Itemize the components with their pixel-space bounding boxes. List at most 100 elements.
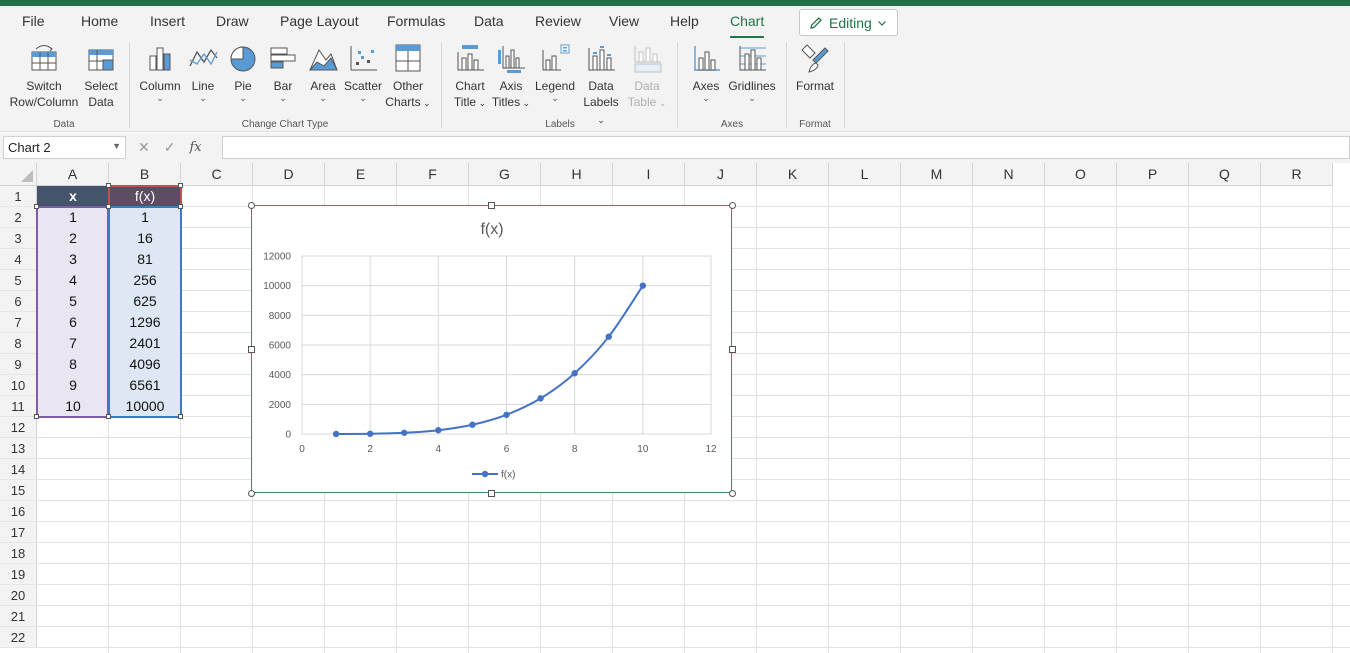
column-header-n[interactable]: N	[973, 163, 1045, 186]
chart-resize-handle[interactable]	[728, 489, 736, 497]
tab-review[interactable]: Review	[535, 13, 581, 29]
row-header-14[interactable]: 14	[0, 459, 37, 480]
tab-formulas[interactable]: Formulas	[387, 13, 445, 29]
row-header-20[interactable]: 20	[0, 585, 37, 606]
cancel-icon[interactable]: ✕	[138, 139, 150, 156]
range-resize-handle[interactable]	[106, 183, 111, 188]
formula-input[interactable]	[222, 136, 1350, 159]
range-resize-handle[interactable]	[106, 414, 111, 419]
cell-a9[interactable]: 8	[37, 354, 109, 375]
cell-a2[interactable]: 1	[37, 207, 109, 228]
row-header-17[interactable]: 17	[0, 522, 37, 543]
cell-a8[interactable]: 7	[37, 333, 109, 354]
bar-chart-button[interactable]: Bar ⌄	[265, 42, 301, 103]
column-header-g[interactable]: G	[469, 163, 541, 186]
cell-b3[interactable]: 16	[109, 228, 181, 249]
column-header-a[interactable]: A	[37, 163, 109, 186]
cell-a6[interactable]: 5	[37, 291, 109, 312]
cell-b6[interactable]: 625	[109, 291, 181, 312]
column-header-j[interactable]: J	[685, 163, 757, 186]
row-header-10[interactable]: 10	[0, 375, 37, 396]
cell-a3[interactable]: 2	[37, 228, 109, 249]
column-chart-button[interactable]: Column ⌄	[138, 42, 182, 103]
row-header-5[interactable]: 5	[0, 270, 37, 291]
chart-title-button[interactable]: Chart Title ⌄	[450, 42, 490, 111]
editing-mode-button[interactable]: Editing	[799, 9, 898, 36]
row-header-18[interactable]: 18	[0, 543, 37, 564]
cell-b7[interactable]: 1296	[109, 312, 181, 333]
cell-b11[interactable]: 10000	[109, 396, 181, 417]
column-header-l[interactable]: L	[829, 163, 901, 186]
range-resize-handle[interactable]	[106, 204, 111, 209]
range-resize-handle[interactable]	[178, 183, 183, 188]
chart-resize-handle[interactable]	[247, 345, 255, 353]
column-header-e[interactable]: E	[325, 163, 397, 186]
format-button[interactable]: Format	[794, 42, 836, 94]
chart-resize-handle[interactable]	[728, 201, 736, 209]
switch-row-column-button[interactable]: Switch Row/Column	[8, 42, 80, 110]
chart-object[interactable]: 0 2 4 6 8 10 12 0 2000 4000 6000 8000 10000 12000 f(x)…	[247, 201, 736, 497]
cell-a11[interactable]: 10	[37, 396, 109, 417]
column-header-r[interactable]: R	[1261, 163, 1333, 186]
axes-button[interactable]: Axes ⌄	[688, 42, 724, 103]
range-resize-handle[interactable]	[34, 414, 39, 419]
column-header-f[interactable]: F	[397, 163, 469, 186]
other-charts-button[interactable]: Other Charts ⌄	[385, 42, 431, 111]
cell-b2[interactable]: 1	[109, 207, 181, 228]
column-header-c[interactable]: C	[181, 163, 253, 186]
row-header-8[interactable]: 8	[0, 333, 37, 354]
column-header-b[interactable]: B	[109, 163, 181, 186]
line-chart-button[interactable]: Line ⌄	[184, 42, 222, 103]
row-header-21[interactable]: 21	[0, 606, 37, 627]
data-labels-button[interactable]: Data Labels ⌄	[579, 42, 623, 128]
cell-b8[interactable]: 2401	[109, 333, 181, 354]
row-header-4[interactable]: 4	[0, 249, 37, 270]
cell-b5[interactable]: 256	[109, 270, 181, 291]
cell-a1[interactable]: x	[37, 186, 109, 207]
tab-page-layout[interactable]: Page Layout	[280, 13, 359, 29]
range-resize-handle[interactable]	[34, 204, 39, 209]
column-header-h[interactable]: H	[541, 163, 613, 186]
chart-resize-handle[interactable]	[488, 201, 495, 209]
tab-chart[interactable]: Chart	[730, 13, 764, 29]
cell-a10[interactable]: 9	[37, 375, 109, 396]
chart-resize-handle[interactable]	[488, 489, 495, 497]
select-all-corner[interactable]	[0, 163, 37, 186]
pie-chart-button[interactable]: Pie ⌄	[225, 42, 261, 103]
column-header-m[interactable]: M	[901, 163, 973, 186]
cell-b1[interactable]: f(x)	[109, 186, 181, 207]
range-resize-handle[interactable]	[178, 414, 183, 419]
cell-b9[interactable]: 4096	[109, 354, 181, 375]
row-header-11[interactable]: 11	[0, 396, 37, 417]
tab-home[interactable]: Home	[81, 13, 118, 29]
cell-a4[interactable]: 3	[37, 249, 109, 270]
tab-data[interactable]: Data	[474, 13, 504, 29]
row-header-12[interactable]: 12	[0, 417, 37, 438]
tab-help[interactable]: Help	[670, 13, 699, 29]
column-header-k[interactable]: K	[757, 163, 829, 186]
column-header-i[interactable]: I	[613, 163, 685, 186]
chart-resize-handle[interactable]	[247, 489, 255, 497]
name-box[interactable]: Chart 2 ▼	[3, 136, 126, 159]
column-header-d[interactable]: D	[253, 163, 325, 186]
select-data-button[interactable]: Select Data	[80, 42, 122, 110]
row-header-13[interactable]: 13	[0, 438, 37, 459]
chart-resize-handle[interactable]	[247, 201, 255, 209]
tab-file[interactable]: File	[22, 13, 45, 29]
tab-view[interactable]: View	[609, 13, 639, 29]
row-header-7[interactable]: 7	[0, 312, 37, 333]
row-header-22[interactable]: 22	[0, 627, 37, 648]
cell-b10[interactable]: 6561	[109, 375, 181, 396]
row-header-19[interactable]: 19	[0, 564, 37, 585]
scatter-chart-button[interactable]: Scatter ⌄	[343, 42, 383, 103]
row-header-3[interactable]: 3	[0, 228, 37, 249]
cell-a7[interactable]: 6	[37, 312, 109, 333]
axis-titles-button[interactable]: Axis Titles ⌄	[491, 42, 531, 111]
chart-resize-handle[interactable]	[728, 345, 736, 353]
insert-function-icon[interactable]: fx	[189, 140, 201, 155]
gridlines-button[interactable]: Gridlines ⌄	[727, 42, 777, 103]
row-header-1[interactable]: 1	[0, 186, 37, 207]
row-header-16[interactable]: 16	[0, 501, 37, 522]
row-header-9[interactable]: 9	[0, 354, 37, 375]
column-header-p[interactable]: P	[1117, 163, 1189, 186]
